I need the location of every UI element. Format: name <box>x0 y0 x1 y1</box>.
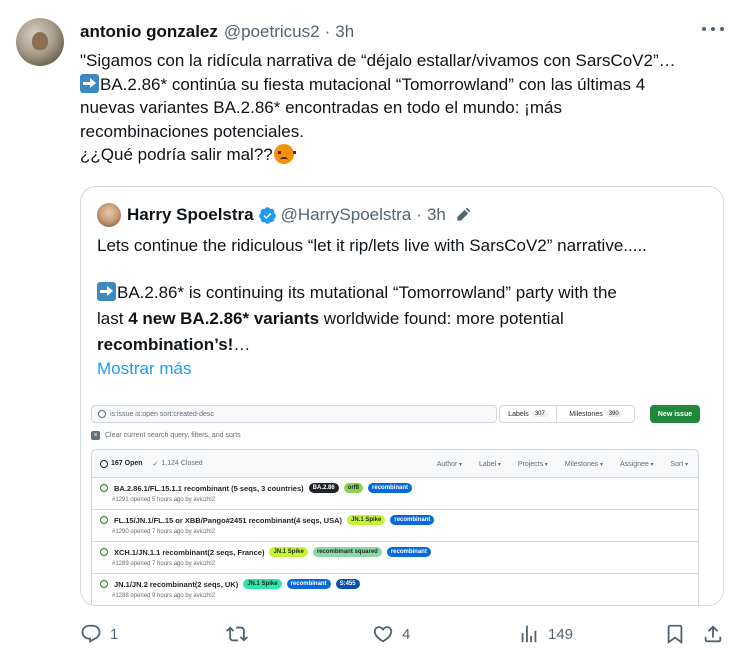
retweet-icon <box>226 626 248 642</box>
gh-issue-label: JN.1 Spike <box>347 515 386 525</box>
gh-milestones-button: Milestones 390 <box>557 405 635 423</box>
tweet-line: BA.2.86* continúa su fiesta mutacional “… <box>80 73 730 97</box>
gh-issue-row: JN.1/JN.2 recombinant(2 seqs, UK) JN.1 Sp… <box>92 574 698 605</box>
gh-closed-count: 1,124 Closed <box>153 460 202 468</box>
quoted-tweet-header: Harry Spoelstra @HarrySpoelstra · 3h <box>127 203 472 227</box>
author-avatar[interactable] <box>16 18 64 66</box>
author-handle[interactable]: @poetricus2 <box>224 22 320 42</box>
share-button[interactable] <box>702 620 724 648</box>
quoted-line: recombination’s!… <box>97 335 251 354</box>
like-button[interactable]: 4 <box>372 620 410 648</box>
gh-issue-meta: #1288 opened 9 hours ago by aviczhl2 <box>112 593 216 599</box>
views-count: 149 <box>548 625 574 643</box>
tweet-line: nuevas variantes BA.2.86* encontradas en… <box>80 98 562 117</box>
right-arrow-emoji-icon <box>97 282 116 301</box>
gh-issue-list: 167 Open 1,124 Closed Author Label Proje… <box>91 449 699 605</box>
quoted-line: Lets continue the ridiculous “let it rip… <box>97 236 647 255</box>
quoted-tweet[interactable]: Harry Spoelstra @HarrySpoelstra · 3h Let… <box>80 186 724 606</box>
reply-button[interactable]: 1 <box>80 620 118 648</box>
retweet-button[interactable] <box>226 620 256 648</box>
quoted-line: last 4 new BA.2.86* variants worldwide f… <box>97 309 564 328</box>
gh-issue-label: BA.2.86 <box>308 483 339 493</box>
separator-dot: · <box>416 205 422 224</box>
gh-issue-meta: #1289 opened 7 hours ago by aviczhl2 <box>112 561 216 567</box>
gh-issue-list-header: 167 Open 1,124 Closed Author Label Proje… <box>92 450 698 478</box>
gh-search-input: is:issue is:open sort:created-desc <box>91 405 497 423</box>
bookmark-button[interactable] <box>664 620 686 648</box>
gh-open-count: 167 Open <box>100 460 143 468</box>
reply-icon <box>81 624 101 643</box>
gh-issue-row: BA.2.86.1/FL.15.1.1 recombinant (5 seqs,… <box>92 478 698 510</box>
quoted-author-handle: @HarrySpoelstra <box>280 205 412 224</box>
quoted-tweet-text: Lets continue the ridiculous “let it rip… <box>97 233 717 358</box>
verified-badge-icon <box>258 206 276 224</box>
author-name[interactable]: antonio gonzalez <box>80 22 218 42</box>
reply-count: 1 <box>110 625 119 643</box>
gh-clear-filters: × Clear current search query, filters, an… <box>91 431 241 440</box>
quoted-tweet-time: 3h <box>426 205 446 224</box>
tweet-line: recombinaciones potenciales. <box>80 121 304 141</box>
gh-issue-title: FL.15/JN.1/FL.15 or XBB/Pango#2451 recom… <box>100 515 698 525</box>
tweet-time[interactable]: 3h <box>335 22 354 42</box>
views-icon <box>521 625 537 643</box>
gh-issue-meta: #1290 opened 7 hours ago by aviczhl2 <box>112 529 216 535</box>
close-icon: × <box>91 431 100 440</box>
tweet-actions: 1 4 149 <box>80 620 730 648</box>
share-icon <box>704 625 722 643</box>
separator-dot: · <box>324 22 331 41</box>
gh-issue-label: recombinant <box>386 547 431 557</box>
gh-issue-label: recombinant <box>368 483 413 493</box>
right-arrow-emoji-icon <box>80 73 99 93</box>
bookmark-icon <box>667 624 683 645</box>
gh-issue-label: recombinant <box>286 579 331 589</box>
quoted-line: BA.2.86* is continuing its mutational “T… <box>97 280 717 306</box>
gh-labels-button: Labels 307 <box>499 405 557 423</box>
gh-issue-row: FL.15/JN.1/FL.15 or XBB/Pango#2451 recom… <box>92 510 698 542</box>
tweet-header: antonio gonzalez @poetricus2 · 3h <box>80 20 728 44</box>
gh-issue-label: JN.1 Spike <box>269 547 308 557</box>
gh-issue-label: S:455 <box>335 579 360 589</box>
gh-filters: Author Label Projects Milestones Assigne… <box>437 450 688 478</box>
gh-issue-label: orf8 <box>343 483 364 493</box>
gh-issue-meta: #1291 opened 5 hours ago by aviczhl2 <box>112 497 216 503</box>
like-count: 4 <box>402 625 411 643</box>
gh-issue-title: XCH.1/JN.1.1 recombinant(2 seqs, France)… <box>100 547 698 557</box>
quoted-author-name: Harry Spoelstra <box>127 205 254 224</box>
quoted-author-avatar <box>97 203 121 227</box>
tweet-line: "Sigamos con la ridícula narrativa de “d… <box>80 51 676 70</box>
gh-issue-label: recombinant <box>390 515 435 525</box>
gh-issue-label: JN.1 Spike <box>243 579 282 589</box>
gh-new-issue-button: New issue <box>650 405 700 423</box>
like-icon <box>373 626 393 643</box>
gh-issue-row: XCH.1/JN.1.1 recombinant(2 seqs, France)… <box>92 542 698 574</box>
gh-issue-label: recombinant squared <box>312 547 382 557</box>
tweet[interactable]: antonio gonzalez @poetricus2 · 3h "Sigam… <box>0 0 748 668</box>
tweet-text: "Sigamos con la ridícula narrativa de “d… <box>80 49 730 167</box>
views-button[interactable]: 149 <box>518 620 573 648</box>
github-issues-screenshot: is:issue is:open sort:created-desc Label… <box>81 387 723 605</box>
edited-pencil-icon <box>457 207 471 221</box>
angry-face-emoji-icon <box>273 144 296 164</box>
show-more-link[interactable]: Mostrar más <box>97 359 191 379</box>
gh-issue-title: JN.1/JN.2 recombinant(2 seqs, UK) JN.1 Sp… <box>100 579 698 589</box>
tweet-line: ¿¿Qué podría salir mal?? <box>80 143 730 167</box>
more-icon[interactable] <box>702 24 724 34</box>
gh-issue-title: BA.2.86.1/FL.15.1.1 recombinant (5 seqs,… <box>100 483 698 493</box>
